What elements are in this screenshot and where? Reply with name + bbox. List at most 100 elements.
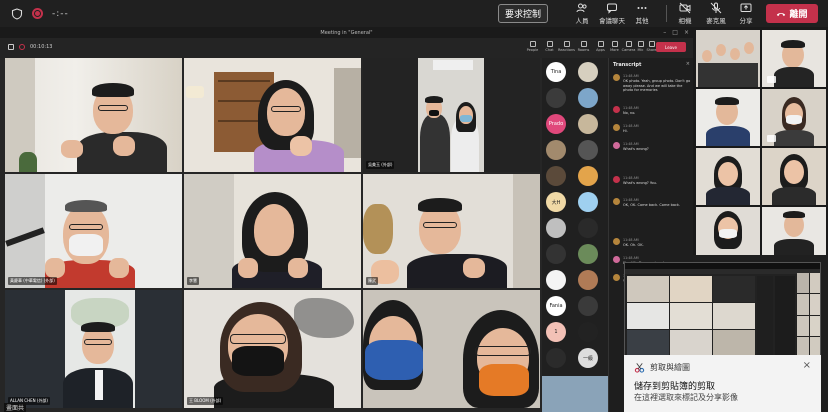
participant-avatar — [578, 296, 598, 316]
participant-avatar — [546, 244, 566, 264]
chat-icon — [607, 3, 617, 14]
close-icon[interactable]: × — [803, 360, 811, 371]
speaker-avatar — [613, 274, 620, 281]
transcript-entry: 11:48 AM What's wrong? — [613, 142, 691, 156]
recording-icon — [32, 8, 43, 19]
transcript-text: OK photo. Yeah, group photo. Don't go aw… — [623, 79, 691, 92]
video-tile[interactable] — [696, 89, 760, 146]
speaker-avatar — [613, 238, 620, 245]
meeting-toolbar: -:-- 要求控制 人員 會議聊天 其他 相機 麥克風 分享 離開 — [0, 0, 828, 27]
participant-avatar-label: 大H — [551, 199, 561, 206]
snip-notification[interactable]: 剪取與繪圖 × 儲存到剪貼簿的剪取 在這裡選取來標記及分享影像 — [624, 355, 821, 412]
snip-app-name: 剪取與繪圖 — [650, 363, 690, 372]
participant-avatar — [546, 166, 566, 186]
participant-avatar-label: 1 — [554, 329, 558, 335]
transcript-entry: 11:48 AM No, no. — [613, 106, 691, 120]
video-tile[interactable] — [696, 207, 760, 255]
transcript-text: What's wrong? — [623, 147, 649, 151]
transcript-time: 11:48 AM — [623, 106, 639, 110]
shared-tool-people: People — [524, 41, 541, 52]
video-tile: ALLAN CHEN (外部) — [5, 290, 182, 408]
pin-icon — [767, 76, 776, 83]
hangup-icon — [777, 12, 786, 16]
right-video-gallery — [693, 27, 828, 255]
transcript-entry: 11:48 AM OK. Oh. OK. — [613, 238, 691, 252]
toolbar-divider — [666, 5, 667, 22]
transcript-text: What's wrong? You. — [623, 181, 658, 185]
shared-tool-label: Rooms — [577, 48, 590, 52]
video-tile: 李慧 — [184, 174, 361, 288]
speaker-avatar — [613, 106, 620, 113]
camera-button[interactable]: 相機 — [670, 2, 700, 25]
transcript-text: No, no. — [623, 111, 636, 115]
request-control-button[interactable]: 要求控制 — [498, 4, 548, 23]
video-tile — [184, 58, 361, 172]
shared-tool-label: Apps — [596, 48, 605, 52]
pin-icon — [767, 135, 776, 142]
shared-tool-label: Chat — [545, 48, 554, 52]
participant-avatar — [578, 88, 598, 108]
participant-avatar-label: Tina — [550, 69, 562, 75]
close-icon: × — [685, 61, 690, 67]
participant-avatar: Prado — [546, 114, 566, 134]
participant-avatar: Fania — [546, 296, 566, 316]
participant-avatar — [546, 140, 566, 160]
participant-avatar — [578, 244, 598, 264]
video-tile: 吳美玉 (外部) — [363, 58, 540, 172]
video-tile — [5, 58, 182, 172]
snip-subtitle: 在這裡選取來標記及分享影像 — [634, 393, 738, 402]
shared-timer: 00:10:13 — [30, 44, 53, 50]
meeting-chat-label: 會議聊天 — [599, 17, 625, 25]
shield-icon — [10, 7, 23, 20]
participant-avatar — [578, 114, 598, 134]
shared-meeting-toolbar: 00:10:13 People Chat Reactions Rooms App… — [0, 38, 693, 58]
snip-preview-thumbnail[interactable] — [624, 262, 821, 358]
participant-avatar — [546, 348, 566, 368]
video-tile: 王 BLOOM (外部) — [184, 290, 361, 408]
participant-avatar — [578, 322, 598, 342]
people-button[interactable]: 人員 — [567, 2, 597, 25]
video-tile[interactable] — [762, 207, 826, 255]
participant-avatar — [578, 192, 598, 212]
leave-button[interactable]: 離開 — [766, 4, 818, 23]
speaker-avatar — [613, 176, 620, 183]
snip-title: 儲存到剪貼簿的剪取 — [634, 382, 716, 392]
video-tile[interactable] — [696, 148, 760, 205]
maximize-icon: □ — [672, 29, 678, 36]
share-button[interactable]: 分享 — [731, 2, 761, 25]
shared-window-titlebar: Meeting in "General" – □ × — [0, 27, 693, 38]
video-tile[interactable] — [762, 89, 826, 146]
shared-tool-label: Reactions — [557, 48, 576, 52]
transcript-time: 11:48 AM — [623, 124, 639, 128]
transcript-time: 11:48 AM — [623, 74, 639, 78]
participant-avatar — [578, 62, 598, 82]
people-label: 人員 — [575, 17, 589, 25]
shared-tool-label: People — [526, 48, 539, 52]
mic-label: 麥克風 — [706, 17, 726, 25]
participant-avatar — [578, 140, 598, 160]
participant-name: 李慧 — [187, 277, 199, 285]
video-tile[interactable] — [762, 148, 826, 205]
people-icon — [576, 3, 587, 13]
shared-window-title: Meeting in "General" — [320, 29, 373, 36]
video-tile[interactable] — [762, 30, 826, 87]
meeting-chat-button[interactable]: 會議聊天 — [597, 2, 627, 25]
camera-label: 相機 — [678, 17, 692, 25]
video-tile[interactable] — [696, 30, 760, 87]
participant-name: 吳美玉 (外部) — [366, 161, 395, 169]
transcript-time: 11:48 AM — [623, 198, 639, 202]
participants-panel: Tina Prado 大H Fania 1 一級 — [542, 58, 608, 412]
transcript-time: 11:48 AM — [623, 176, 639, 180]
speaker-avatar — [613, 124, 620, 131]
speaker-avatar — [613, 256, 620, 263]
camera-off-icon — [679, 2, 691, 14]
mic-button[interactable]: 麥克風 — [701, 2, 731, 25]
transcript-entry: 11:48 AM OK photo. Yeah, group photo. Do… — [613, 74, 691, 106]
more-button[interactable]: 其他 — [627, 2, 657, 25]
leave-label: 離開 — [789, 10, 808, 20]
share-icon — [740, 3, 752, 12]
video-tile: 黃慶華 (中華電信) (外部) — [5, 174, 182, 288]
participant-avatar: Tina — [546, 62, 566, 82]
participant-name: 黃慶華 (中華電信) (外部) — [8, 277, 57, 285]
shared-tool-rooms: Rooms — [575, 41, 592, 52]
